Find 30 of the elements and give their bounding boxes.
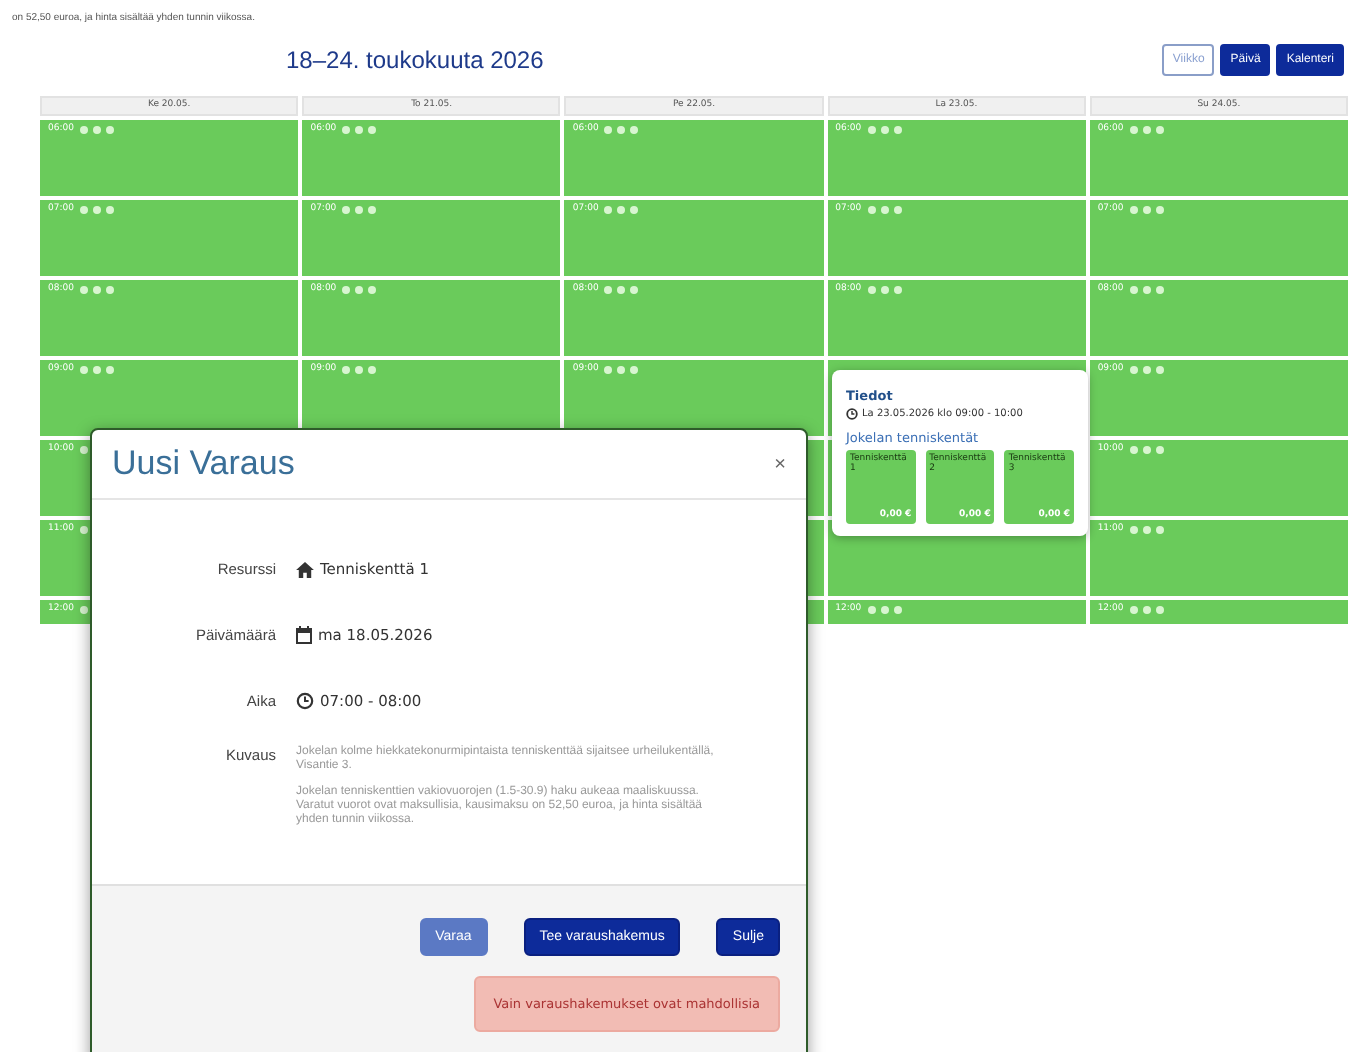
clock-icon [296, 692, 314, 710]
clock-icon [846, 408, 858, 420]
dots-icon [1129, 526, 1164, 534]
dots-icon [342, 206, 377, 214]
dots-icon [1129, 606, 1164, 614]
dots-icon [604, 366, 639, 374]
dots-icon [79, 366, 114, 374]
dots-icon [1129, 446, 1164, 454]
dots-icon [867, 606, 902, 614]
dots-icon [1129, 286, 1164, 294]
dots-icon [1129, 126, 1164, 134]
dots-icon [867, 206, 902, 214]
dots-icon [604, 286, 639, 294]
dialog-title: Uusi Varaus [112, 444, 295, 484]
dots-icon [867, 126, 902, 134]
calendar-icon [296, 626, 312, 644]
dots-icon [79, 126, 114, 134]
close-button[interactable]: × [774, 453, 786, 475]
dots-icon [342, 286, 377, 294]
week-title: 18–24. toukokuuta 2026 [286, 46, 546, 74]
dots-icon [604, 206, 639, 214]
home-icon [296, 561, 314, 577]
dots-icon [79, 286, 114, 294]
dots-icon [79, 206, 114, 214]
dots-icon [604, 126, 639, 134]
dots-icon [342, 126, 377, 134]
dots-icon [1129, 206, 1164, 214]
dots-icon [867, 286, 902, 294]
dots-icon [342, 366, 377, 374]
dots-icon [1129, 366, 1164, 374]
